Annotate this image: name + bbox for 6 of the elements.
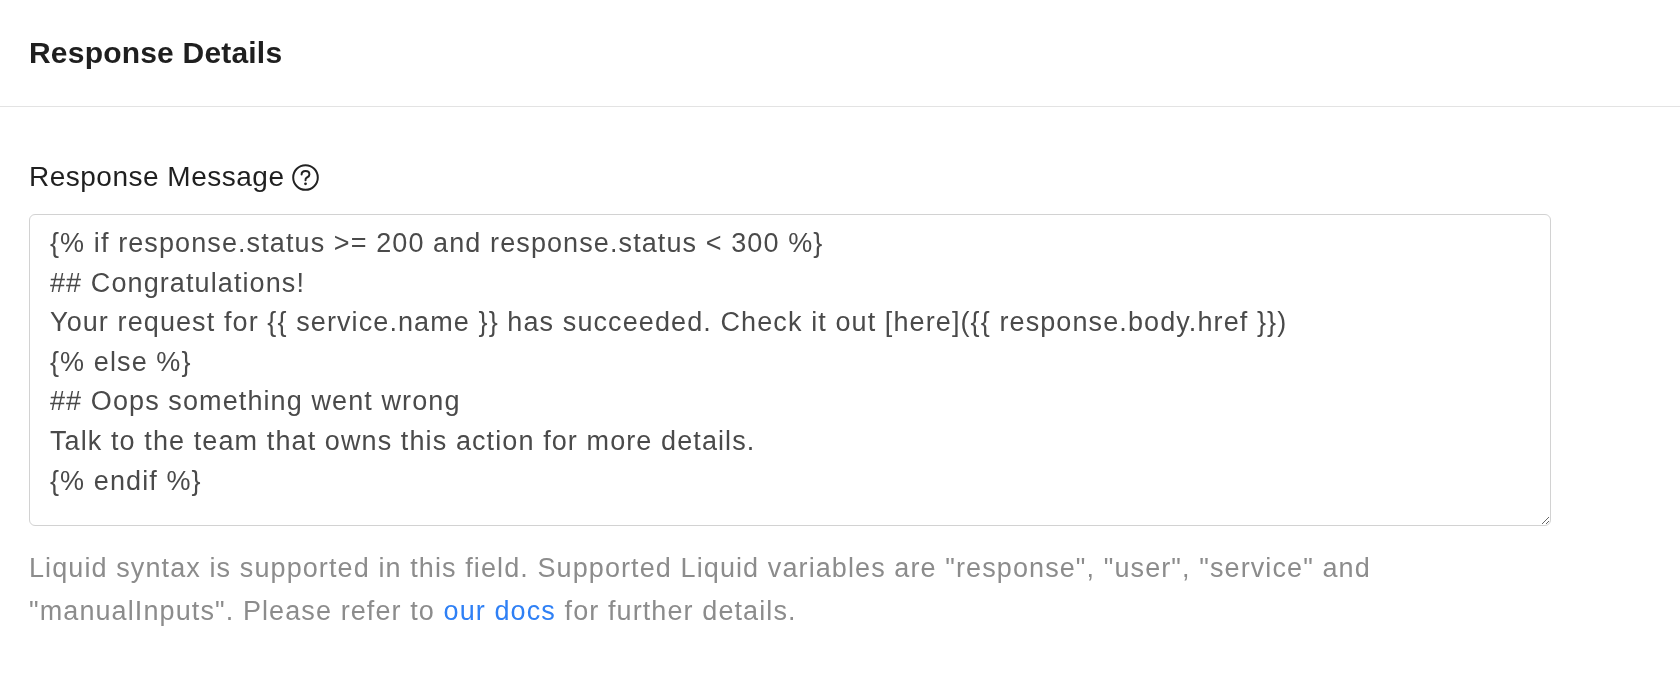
help-icon[interactable]	[292, 163, 320, 191]
section-title: Response Details	[29, 35, 283, 71]
help-text: Liquid syntax is supported in this field. Supported Liquid variables are "response", "user", "service" and "manualInputs". Please refer to our docs for further details.	[29, 552, 1372, 628]
field-label: Response Message	[29, 160, 285, 194]
response-message-field[interactable]: {% if response.status >= 200 and response.status < 300 %} ## Congratulations! Your request for {{ service.name }} has succeeded. Check it out [here]({{ response.body.href }}) {% else %} ## Oops something went wrong Talk to the team that owns this action for more details. {% endif %}	[29, 214, 1551, 526]
docs-link[interactable]: our docs	[443, 596, 556, 626]
